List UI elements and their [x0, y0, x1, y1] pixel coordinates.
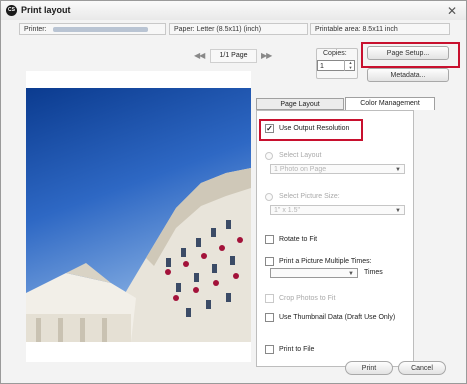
last-page-icon[interactable]: ▶▶ [261, 51, 272, 60]
print-button[interactable]: Print [345, 361, 393, 375]
page-preview [26, 71, 251, 362]
use-output-resolution-label: Use Output Resolution [279, 125, 350, 132]
paper-field: Paper: Letter (8.5x11) (inch) [169, 23, 308, 35]
printer-name-redacted [52, 26, 148, 32]
page-indicator: 1/1 Page [210, 49, 257, 63]
printer-field: Printer: [19, 23, 166, 35]
layout-dropdown[interactable]: 1 Photo on Page ▼ [270, 164, 405, 174]
use-thumbnail-checkbox[interactable] [265, 313, 274, 322]
use-thumbnail-label: Use Thumbnail Data (Draft Use Only) [279, 314, 396, 321]
select-layout-label: Select Layout [279, 152, 322, 159]
app-logo-icon: CS [6, 5, 17, 16]
print-multiple-checkbox[interactable] [265, 257, 274, 266]
metadata-button[interactable]: Metadata... [367, 68, 449, 82]
times-dropdown[interactable]: ▼ [270, 268, 358, 278]
title-bar: CS Print layout ✕ [1, 1, 466, 20]
times-label: Times [364, 269, 383, 276]
print-to-file-checkbox[interactable] [265, 345, 274, 354]
layout-value: 1 Photo on Page [274, 166, 327, 173]
rotate-to-fit-label: Rotate to Fit [279, 236, 318, 243]
preview-photo [26, 88, 251, 342]
select-layout-radio[interactable] [265, 152, 273, 160]
chevron-down-icon: ▼ [395, 167, 401, 173]
crop-photos-checkbox[interactable] [265, 294, 274, 303]
picture-size-dropdown[interactable]: 1" x 1.5" ▼ [270, 205, 405, 215]
printer-label: Printer: [24, 26, 47, 33]
window-title: Print layout [21, 5, 71, 15]
chevron-down-icon: ▼ [395, 208, 401, 214]
hotel-building-image [26, 168, 251, 342]
chevron-down-icon: ▼ [348, 271, 354, 277]
tab-color-management[interactable]: Color Management [345, 97, 435, 110]
copies-label: Copies: [323, 50, 347, 57]
first-page-icon[interactable]: ◀◀ [194, 51, 205, 60]
select-picture-size-radio[interactable] [265, 193, 273, 201]
print-layout-dialog: CS Print layout ✕ Printer: Paper: Letter… [0, 0, 467, 384]
use-output-resolution-checkbox[interactable]: ✓ [265, 124, 274, 133]
page-setup-button[interactable]: Page Setup... [367, 46, 449, 60]
close-icon[interactable]: ✕ [447, 4, 457, 18]
cancel-button[interactable]: Cancel [398, 361, 446, 375]
printable-area-field: Printable area: 8.5x11 inch [310, 23, 450, 35]
rotate-to-fit-checkbox[interactable] [265, 235, 274, 244]
spin-down-icon[interactable]: ▼ [345, 65, 356, 70]
tab-page-layout[interactable]: Page Layout [256, 98, 344, 110]
print-to-file-label: Print to File [279, 346, 315, 353]
crop-photos-label: Crop Photos to Fit [279, 295, 336, 302]
picture-size-value: 1" x 1.5" [274, 207, 300, 214]
select-picture-size-label: Select Picture Size: [279, 193, 340, 200]
copies-stepper[interactable]: ▲ ▼ [344, 60, 356, 71]
print-multiple-label: Print a Picture Multiple Times: [279, 258, 372, 265]
